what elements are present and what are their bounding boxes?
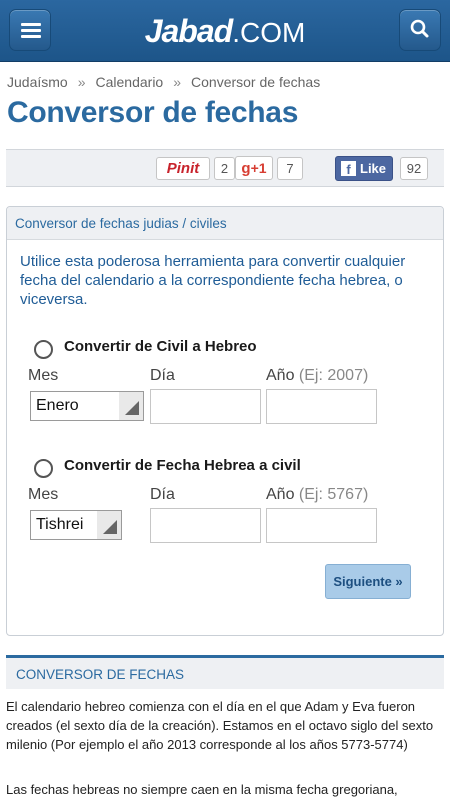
search-button[interactable] [399, 9, 441, 51]
site-logo[interactable]: Jabad.COM [0, 12, 450, 52]
month-label: Mes [28, 486, 59, 503]
year-label: Año (Ej: 2007) [266, 367, 368, 385]
hebrew-month-select[interactable]: Tishrei [30, 510, 122, 540]
page-title: Conversor de fechas [7, 96, 299, 129]
top-bar: Jabad.COM [0, 0, 450, 62]
day-label: Día [150, 367, 175, 384]
hebrew-day-input[interactable] [150, 508, 261, 543]
google-g-icon: g [241, 160, 251, 177]
year-hint: (Ej: 2007) [298, 367, 369, 384]
pinterest-count: 2 [214, 157, 235, 180]
breadcrumb: Judaísmo » Calendario » Conversor de fechas [7, 74, 320, 90]
date-converter-panel: Conversor de fechas judias / civiles Uti… [6, 206, 444, 636]
social-share-bar: Pinit 2 g+1 7 f Like 92 [6, 149, 444, 187]
logo-light-text: .COM [232, 17, 306, 48]
pinterest-button[interactable]: Pinit [156, 157, 210, 180]
facebook-like-button[interactable]: f Like [335, 156, 393, 181]
day-label: Día [150, 486, 175, 503]
article-heading: CONVERSOR DE FECHAS [6, 655, 444, 689]
civil-month-select[interactable]: Enero [30, 391, 144, 421]
google-plus-count: 7 [277, 157, 303, 180]
facebook-like-count: 92 [400, 157, 428, 180]
civil-month-value: Enero [36, 397, 79, 414]
breadcrumb-item-judaismo[interactable]: Judaísmo [7, 74, 68, 90]
google-plus-button[interactable]: g+1 [235, 156, 273, 180]
hebrew-to-civil-label[interactable]: Convertir de Fecha Hebrea a civil [64, 457, 301, 474]
converter-panel-title: Conversor de fechas judias / civiles [7, 207, 443, 240]
google-plus-label: +1 [250, 160, 267, 176]
civil-year-input[interactable] [266, 389, 377, 424]
hebrew-month-value: Tishrei [36, 516, 84, 533]
chevron-down-icon [119, 392, 143, 420]
logo-bold-text: Jabad [144, 13, 233, 49]
year-hint: (Ej: 5767) [298, 486, 369, 503]
breadcrumb-item-calendario[interactable]: Calendario [96, 74, 164, 90]
chevron-down-icon [97, 511, 121, 539]
civil-to-hebrew-label[interactable]: Convertir de Civil a Hebreo [64, 338, 257, 355]
year-label: Año (Ej: 5767) [266, 486, 368, 504]
hebrew-year-input[interactable] [266, 508, 377, 543]
breadcrumb-separator: » [173, 74, 182, 90]
month-label: Mes [28, 367, 59, 384]
breadcrumb-separator: » [77, 74, 86, 90]
year-label-text: Año [266, 486, 295, 503]
year-label-text: Año [266, 367, 295, 384]
facebook-like-label: Like [360, 161, 387, 176]
facebook-icon: f [341, 161, 356, 177]
breadcrumb-item-current[interactable]: Conversor de fechas [191, 74, 320, 90]
civil-day-input[interactable] [150, 389, 261, 424]
converter-intro-text: Utilice esta poderosa herramienta para c… [20, 253, 406, 308]
civil-to-hebrew-radio[interactable] [34, 340, 53, 359]
article-paragraph: Las fechas hebreas no siempre caen en la… [6, 782, 398, 797]
article-paragraph: El calendario hebreo comienza con el día… [6, 699, 434, 752]
next-button[interactable]: Siguiente » [325, 564, 411, 599]
search-icon [410, 19, 429, 38]
hebrew-to-civil-radio[interactable] [34, 459, 53, 478]
